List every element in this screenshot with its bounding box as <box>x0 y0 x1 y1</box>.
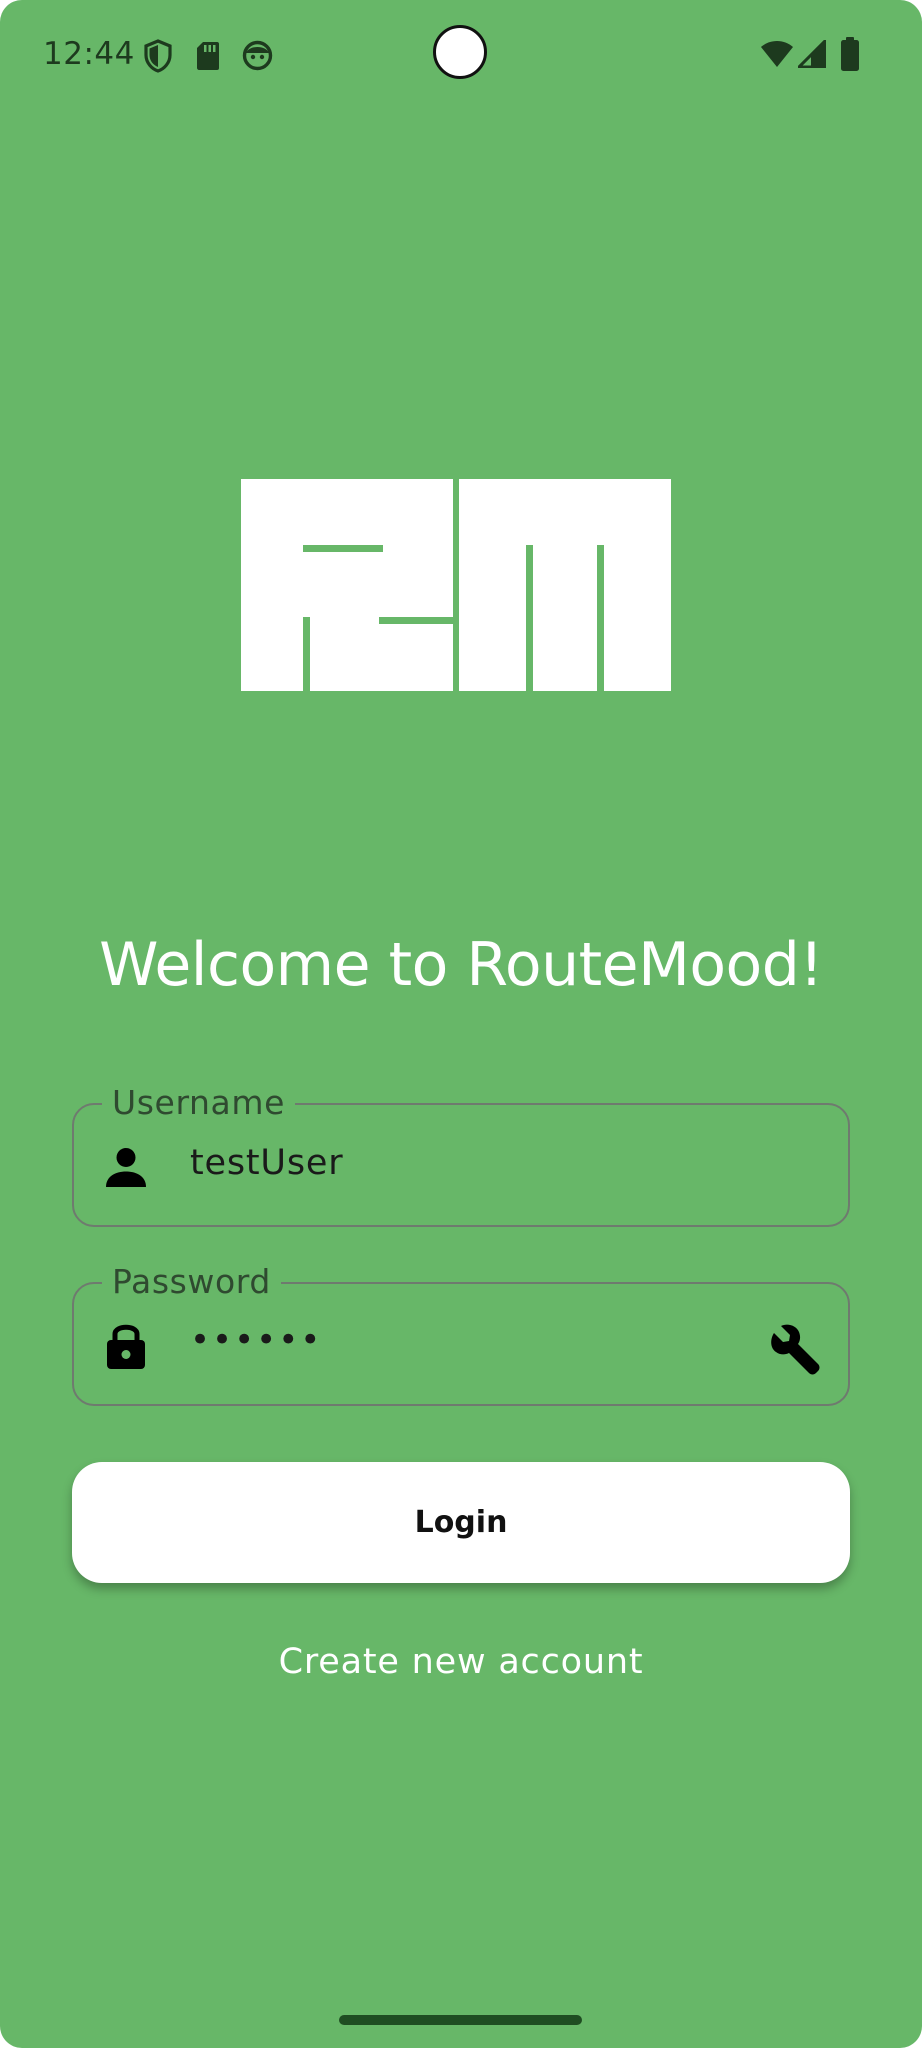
person-icon <box>104 1145 148 1189</box>
login-screen: 12:44 Welcome to RouteMood! Username tes… <box>0 0 922 2048</box>
lock-icon <box>104 1320 148 1370</box>
shield-icon <box>143 39 173 73</box>
username-field[interactable]: Username testUser <box>72 1081 850 1227</box>
sd-card-icon <box>196 41 220 71</box>
password-label: Password <box>102 1260 281 1304</box>
camera-cutout <box>433 25 487 79</box>
routemood-logo <box>241 479 671 691</box>
password-field[interactable]: Password •••••• <box>72 1260 850 1406</box>
status-time: 12:44 <box>43 36 135 72</box>
wifi-icon <box>760 40 794 68</box>
login-button[interactable]: Login <box>72 1462 850 1583</box>
battery-icon <box>841 37 859 71</box>
status-bar: 12:44 <box>0 0 922 110</box>
notification-face-icon <box>242 40 273 71</box>
home-indicator[interactable] <box>339 2015 582 2025</box>
wrench-icon[interactable] <box>766 1320 822 1376</box>
create-account-link[interactable]: Create new account <box>0 1642 922 1682</box>
username-label: Username <box>102 1081 296 1125</box>
cell-signal-icon <box>795 37 827 69</box>
username-input[interactable]: testUser <box>190 1143 343 1183</box>
password-input[interactable]: •••••• <box>190 1320 322 1360</box>
welcome-title: Welcome to RouteMood! <box>99 930 823 1000</box>
